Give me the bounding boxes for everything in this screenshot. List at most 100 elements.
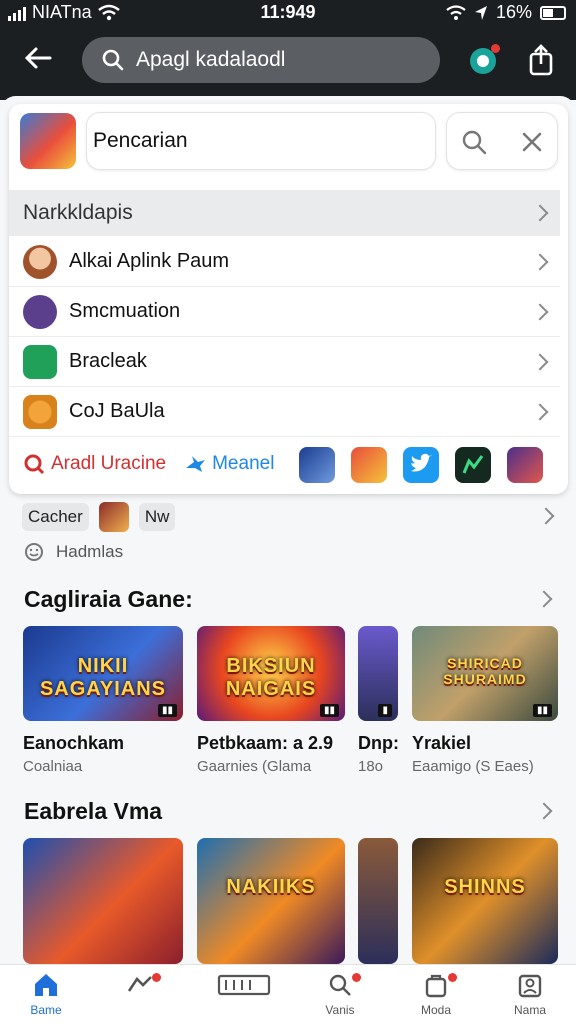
nav-label: Vanis: [325, 1003, 355, 1017]
chevron-right-icon: [531, 303, 549, 320]
game-subtitle: Gaarnies (Glama: [197, 758, 312, 775]
video-tile-art: SHINNS: [444, 875, 526, 898]
rating-tag: ▮▮: [319, 704, 339, 717]
battery-percent: 16%: [495, 2, 532, 22]
app-thumbnail[interactable]: [20, 113, 76, 169]
clear-icon[interactable]: [517, 127, 547, 157]
suggestion-label: Bracleak: [69, 350, 147, 372]
game-tile-4[interactable]: SHIRICAD SHURAIMD ▮▮: [412, 626, 558, 721]
game-name: Dnp:: [358, 733, 399, 753]
top-search-text: Apagl kadalaodl: [136, 48, 286, 71]
home-icon: [35, 974, 57, 996]
share-app-icon-5[interactable]: [507, 447, 543, 483]
gamepad-icon: [127, 976, 152, 992]
notification-dot: [491, 44, 500, 53]
bird-icon: [186, 456, 206, 472]
suggestion-item-3[interactable]: Bracleak: [9, 337, 560, 387]
chevron-right-icon: [531, 204, 549, 222]
suggestion-label: CoJ BaUla: [69, 400, 165, 422]
video-tile-art: NAKIIKS: [226, 875, 316, 898]
nav-label: Moda: [420, 1003, 452, 1017]
chart-app-icon: [462, 455, 484, 474]
game-tile-1[interactable]: NIKII SAGAYIANS ▮▮: [23, 626, 183, 721]
arrow-left-icon: [24, 47, 52, 69]
chevron-right-icon: [531, 403, 549, 420]
nav-label: Nama: [513, 1003, 546, 1017]
share-app-icon-4[interactable]: [455, 447, 491, 483]
film-icon: [217, 974, 271, 996]
profile-icon: [518, 974, 542, 998]
share-app-icon-1[interactable]: [299, 447, 335, 483]
share-secondary[interactable]: Meanel: [184, 453, 274, 475]
rating-tag: ▮: [378, 704, 392, 717]
search-icon: [329, 974, 351, 996]
bag-icon: [425, 974, 447, 998]
video-tile-1[interactable]: [23, 838, 183, 964]
share-primary-label: Aradl Uracine: [51, 453, 167, 474]
rating-tag: ▮▮: [157, 704, 177, 717]
search-icon: [102, 49, 124, 71]
lens-icon: [24, 454, 45, 475]
game-tile-art: SHIRICAD SHURAIMD: [443, 654, 527, 687]
query-actions: [446, 112, 558, 170]
suggestion-item-4[interactable]: CoJ BaUla: [9, 387, 560, 437]
history-row[interactable]: Hadmlas: [24, 542, 123, 562]
top-search-bar[interactable]: Apagl kadalaodl: [82, 37, 440, 83]
nav-games[interactable]: [100, 971, 180, 1024]
game-subtitle: 18o: [358, 758, 384, 775]
game-tile-3[interactable]: ▮: [358, 626, 398, 721]
suggestion-label: Alkai Aplink Paum: [69, 250, 230, 272]
query-text: Pencarian: [93, 129, 188, 152]
location-icon: [474, 5, 487, 20]
suggestion-item-2[interactable]: Smcmuation: [9, 287, 560, 337]
chip-cacher[interactable]: Cacher: [22, 503, 89, 531]
status-right: 16%: [446, 2, 566, 23]
suggestion-item-1[interactable]: Alkai Aplink Paum: [9, 237, 560, 287]
upload-icon: [529, 44, 553, 76]
smiley-icon: [25, 543, 43, 561]
rating-tag: ▮▮: [532, 704, 552, 717]
history-label: Hadmlas: [56, 542, 124, 561]
nav-movies[interactable]: [204, 971, 284, 1024]
video-tile-2[interactable]: NAKIIKS: [197, 838, 345, 964]
wifi-status-icon: [446, 4, 466, 20]
suggestions-header[interactable]: Narkkldapis: [9, 190, 560, 236]
twitter-icon[interactable]: [403, 447, 439, 483]
nav-media[interactable]: Moda: [396, 971, 476, 1024]
battery-icon: [540, 5, 566, 20]
suggestions-title: Narkkldapis: [23, 201, 133, 224]
share-app-icon-2[interactable]: [351, 447, 387, 483]
nav-home[interactable]: Bame: [6, 971, 86, 1024]
search-submit-icon[interactable]: [459, 127, 489, 157]
nav-badge: [352, 973, 361, 982]
share-button[interactable]: [524, 42, 560, 78]
chip-thumbnail[interactable]: [98, 502, 129, 532]
video-tile-4[interactable]: SHINNS: [412, 838, 558, 964]
query-input[interactable]: Pencarian: [86, 112, 436, 170]
game-subtitle: Coalniaa: [23, 758, 83, 775]
status-bar: NIATna 11:949 16%: [0, 0, 576, 26]
avatar-icon: [23, 244, 57, 279]
chevron-right-icon: [531, 353, 549, 370]
nav-profile[interactable]: Nama: [490, 971, 570, 1024]
chip-nw[interactable]: Nw: [138, 503, 176, 531]
filter-chips: Cacher Nw: [22, 502, 176, 532]
back-button[interactable]: [22, 42, 58, 78]
game-subtitle: Eaamigo (S Eaes): [412, 758, 534, 775]
chat-icon: [23, 294, 57, 329]
chevron-right-icon: [531, 253, 549, 270]
section-videos-title: Eabrela Vma: [24, 798, 163, 824]
nav-badge: [152, 973, 161, 982]
game-tile-2[interactable]: BIKSIUN NAIGAIS ▮▮: [197, 626, 345, 721]
video-tile-3[interactable]: [358, 838, 398, 964]
section-games-title: Cagliraia Gane:: [24, 586, 193, 612]
bottom-navigation: Bame Vanis Moda Nama: [0, 964, 576, 1024]
notifications-button[interactable]: [466, 42, 502, 78]
share-primary[interactable]: Aradl Uracine: [23, 453, 166, 475]
nav-search[interactable]: Vanis: [300, 971, 380, 1024]
nav-badge: [448, 973, 457, 982]
suggestion-label: Smcmuation: [69, 300, 181, 322]
nav-label: Bame: [30, 1003, 62, 1017]
game-tile-art: BIKSIUN NAIGAIS: [225, 654, 317, 700]
share-secondary-label: Meanel: [212, 453, 275, 474]
